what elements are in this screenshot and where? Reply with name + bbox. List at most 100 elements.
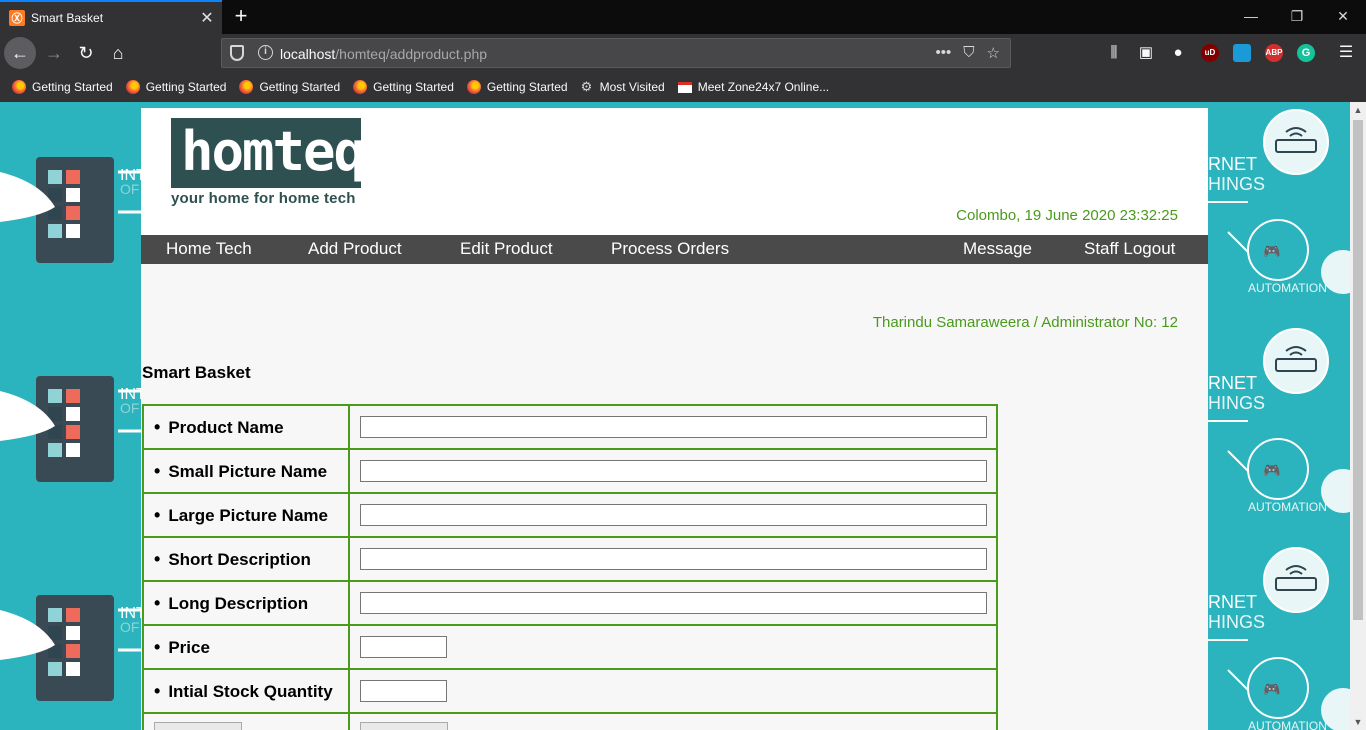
small-picture-input[interactable] — [360, 460, 987, 482]
bookmark-star-icon[interactable]: ☆ — [987, 44, 1000, 62]
firefox-icon — [466, 80, 481, 94]
pocket-icon[interactable]: ⛉ — [963, 44, 974, 62]
svg-text:OF: OF — [120, 181, 139, 197]
logo-text: homteq` — [181, 120, 397, 183]
date-time: Colombo, 19 June 2020 23:32:25 — [956, 207, 1178, 224]
translate-extension-icon[interactable] — [1233, 44, 1251, 62]
gmail-icon — [677, 81, 692, 93]
bookmark-item[interactable]: Getting Started — [466, 80, 568, 94]
scroll-up-icon[interactable]: ▲ — [1350, 102, 1366, 118]
firefox-icon — [12, 80, 26, 94]
url-text[interactable]: localhost/homteq/addproduct.php — [280, 46, 487, 62]
svg-text:HINGS: HINGS — [1208, 174, 1265, 194]
bookmark-label: Getting Started — [486, 80, 568, 94]
long-description-label: Long Description — [142, 580, 350, 626]
large-picture-label: Large Picture Name — [142, 492, 350, 538]
ublock-icon[interactable]: uD — [1201, 44, 1219, 62]
site-header: homteq` your home for home tech Colombo,… — [141, 108, 1208, 236]
window-close-icon[interactable]: ✕ — [1320, 0, 1366, 34]
bookmark-most-visited[interactable]: ⚙ Most Visited — [580, 79, 665, 95]
back-arrow-icon[interactable]: ← — [4, 37, 36, 69]
form-row-product-name: Product Name — [142, 404, 998, 450]
product-name-label: Product Name — [142, 404, 350, 450]
reload-icon[interactable]: ↻ — [70, 37, 102, 69]
page-scrollbar[interactable]: ▲ ▼ — [1350, 102, 1366, 730]
menu-message[interactable]: Message — [963, 239, 1032, 259]
forward-arrow-icon[interactable]: → — [38, 37, 70, 69]
menu-staff-logout[interactable]: Staff Logout — [1084, 239, 1175, 259]
bookmark-label: Meet Zone24x7 Online... — [697, 80, 830, 94]
form-button-left[interactable] — [154, 721, 242, 730]
grammarly-icon[interactable]: G — [1297, 44, 1315, 62]
scrollbar-thumb[interactable] — [1353, 120, 1363, 620]
price-input[interactable] — [360, 636, 447, 658]
bookmark-meet[interactable]: Meet Zone24x7 Online... — [677, 80, 830, 94]
large-picture-input[interactable] — [360, 504, 987, 526]
library-icon[interactable]: ⫼ — [1098, 37, 1130, 69]
background-iot-illustration-left: INT OF — [0, 157, 141, 703]
minimize-icon[interactable]: — — [1228, 0, 1274, 34]
main-menu: Home Tech Add Product Edit Product Proce… — [141, 235, 1208, 264]
firefox-icon — [353, 80, 368, 94]
adblock-plus-icon[interactable]: ABP — [1265, 44, 1283, 62]
bookmark-label: Getting Started — [373, 80, 454, 94]
tracking-shield-icon[interactable] — [230, 45, 244, 61]
browser-navbar: ← → ↻ ⌂ i localhost/homteq/addproduct.ph… — [0, 34, 1366, 72]
sidebar-icon[interactable]: ▣ — [1130, 37, 1162, 69]
menu-hamburger-icon[interactable]: ☰ — [1330, 37, 1362, 69]
url-host: localhost — [280, 46, 336, 62]
url-bar[interactable]: i localhost/homteq/addproduct.php ••• ⛉ … — [221, 38, 1011, 68]
price-label: Price — [142, 624, 350, 670]
form-row-buttons — [142, 712, 998, 730]
svg-text:🎮: 🎮 — [1263, 244, 1280, 260]
svg-text:AUTOMATION: AUTOMATION — [1248, 281, 1327, 295]
bookmark-item[interactable]: Getting Started — [125, 80, 227, 94]
firefox-icon — [239, 80, 254, 94]
bookmarks-bar: Getting Started Getting Started Getting … — [0, 72, 1366, 102]
form-row-short-description: Short Description — [142, 536, 998, 582]
new-tab-icon[interactable]: + — [228, 4, 254, 30]
short-description-label: Short Description — [142, 536, 350, 582]
form-row-price: Price — [142, 624, 998, 670]
gear-icon: ⚙ — [580, 79, 593, 94]
account-icon[interactable]: ● — [1162, 37, 1194, 69]
page-viewport: INT OF 🎮 AUTOMATION RNET HINGS homteq` y… — [0, 102, 1366, 730]
bookmark-item[interactable]: Getting Started — [353, 80, 454, 94]
firefox-icon — [125, 80, 140, 94]
bookmark-item[interactable]: Getting Started — [239, 80, 340, 94]
product-name-input[interactable] — [360, 416, 987, 438]
logged-in-user: Tharindu Samaraweera / Administrator No:… — [872, 314, 1178, 331]
home-icon[interactable]: ⌂ — [102, 37, 134, 69]
bookmark-label: Getting Started — [145, 80, 227, 94]
stock-quantity-input[interactable] — [360, 680, 447, 702]
menu-process-orders[interactable]: Process Orders — [611, 239, 729, 259]
menu-edit-product[interactable]: Edit Product — [460, 239, 553, 259]
tab-close-icon[interactable]: ✕ — [196, 8, 218, 28]
form-row-stock-quantity: Intial Stock Quantity — [142, 668, 998, 714]
menu-home-tech[interactable]: Home Tech — [166, 239, 252, 259]
site-info-icon[interactable]: i — [258, 45, 273, 60]
site-tagline: your home for home tech — [171, 190, 356, 207]
add-product-form: Product Name Small Picture Name Large Pi… — [142, 404, 998, 730]
form-button-right[interactable] — [360, 721, 448, 730]
form-row-large-picture: Large Picture Name — [142, 492, 998, 538]
restore-icon[interactable]: ❐ — [1274, 0, 1320, 34]
bookmark-label: Most Visited — [599, 80, 665, 94]
page-heading: Smart Basket — [142, 363, 251, 382]
long-description-input[interactable] — [360, 592, 987, 614]
bookmark-item[interactable]: Getting Started — [12, 80, 113, 94]
page-container: homteq` your home for home tech Colombo,… — [141, 108, 1208, 730]
browser-tab-active[interactable]: Ⓧ Smart Basket ✕ — [0, 0, 222, 34]
small-picture-label: Small Picture Name — [142, 448, 350, 494]
scroll-down-icon[interactable]: ▼ — [1350, 714, 1366, 730]
bookmark-label: Getting Started — [32, 80, 113, 94]
page-actions-icon[interactable]: ••• — [936, 44, 952, 62]
tab-title: Smart Basket — [31, 11, 104, 25]
homteq-logo[interactable]: homteq` — [171, 118, 397, 188]
background-iot-illustration-right: 🎮 AUTOMATION RNET HINGS — [1208, 109, 1350, 730]
url-path: /homteq/addproduct.php — [335, 46, 488, 62]
short-description-input[interactable] — [360, 548, 987, 570]
menu-add-product[interactable]: Add Product — [308, 239, 402, 259]
svg-text:RNET: RNET — [1208, 154, 1257, 174]
browser-tabstrip: Ⓧ Smart Basket ✕ + — ❐ ✕ — [0, 0, 1366, 34]
